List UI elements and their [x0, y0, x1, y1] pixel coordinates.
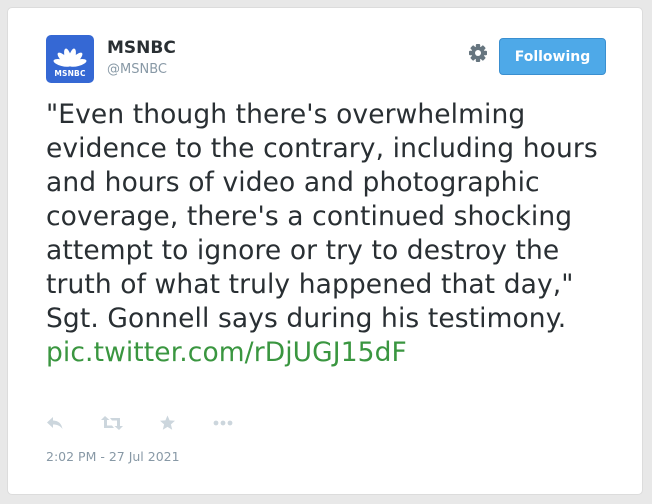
more-icon[interactable] [213, 415, 233, 435]
account-name[interactable]: MSNBC [107, 38, 176, 58]
avatar[interactable]: MSNBC [46, 35, 94, 83]
favorite-icon[interactable] [159, 415, 176, 435]
tweet-text: "Even though there's overwhelming eviden… [46, 99, 598, 334]
tweet-timestamp[interactable]: 2:02 PM - 27 Jul 2021 [46, 449, 180, 464]
tweet-card: MSNBC MSNBC @MSNBC Following "Even thoug… [7, 7, 643, 495]
gear-icon[interactable] [467, 42, 489, 64]
account-handle[interactable]: @MSNBC [107, 62, 167, 77]
following-button[interactable]: Following [499, 38, 606, 75]
avatar-label: MSNBC [54, 69, 86, 78]
reply-icon[interactable] [46, 415, 64, 435]
tweet-body: "Even though there's overwhelming eviden… [46, 98, 616, 370]
retweet-icon[interactable] [101, 415, 123, 435]
tweet-media-link[interactable]: pic.twitter.com/rDjUGJ15dF [46, 337, 407, 368]
